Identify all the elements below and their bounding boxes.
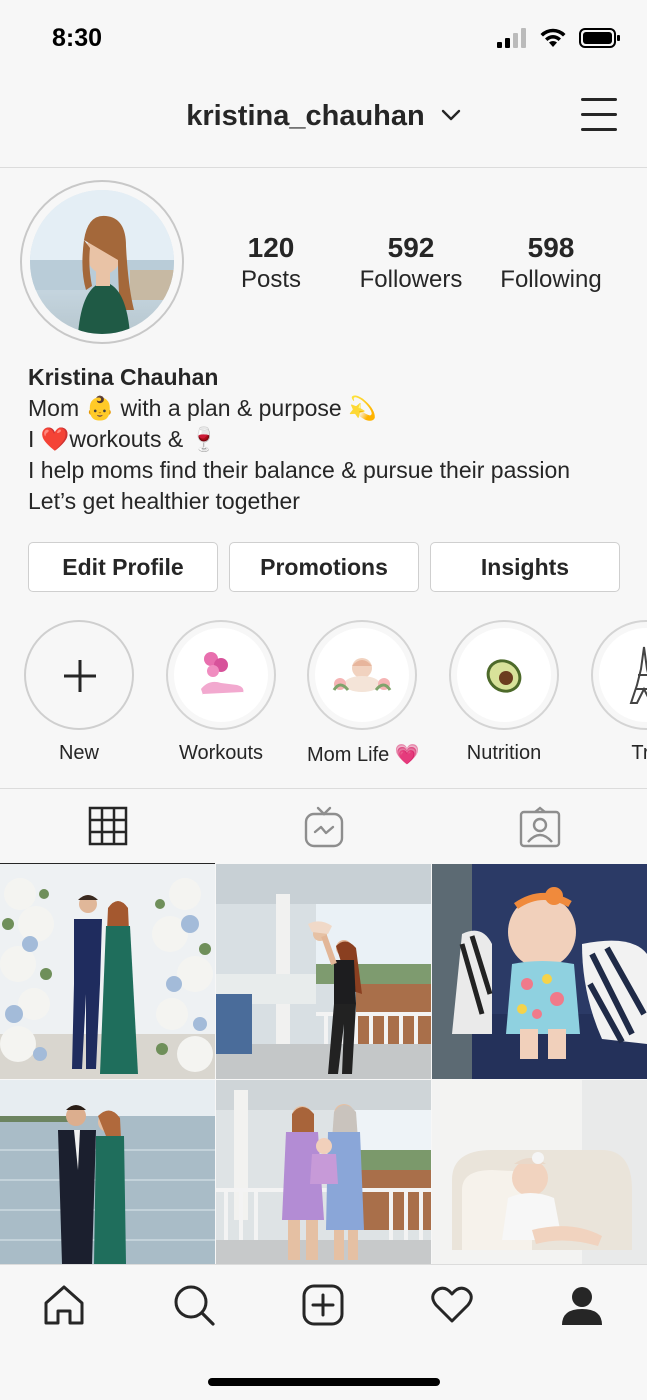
grid-post[interactable] [216, 1080, 431, 1295]
post-image-baby-on-couch [432, 864, 647, 1079]
status-time: 8:30 [52, 24, 103, 52]
highlight-label: New [58, 742, 99, 764]
stat-value: 598 [527, 232, 575, 263]
stat-followers[interactable]: 592 Followers [346, 232, 476, 296]
igtv-icon [304, 806, 343, 848]
status-icons [497, 28, 621, 48]
chevron-down-icon [441, 110, 460, 121]
display-name: Kristina Chauhan [28, 364, 219, 390]
bio-line: Let’s get healthier together [28, 488, 300, 514]
highlight-label: Workouts [178, 742, 264, 764]
edit-profile-button[interactable]: Edit Profile [28, 542, 218, 592]
grid-post[interactable] [432, 864, 647, 1079]
highlight-label: Nutrition [466, 742, 542, 764]
highlight-new[interactable]: New [24, 620, 134, 770]
post-image-women-with-baby-porch [216, 1080, 431, 1264]
status-bar: 8:30 [0, 0, 647, 80]
highlight-nutrition[interactable]: Nutrition [449, 620, 559, 765]
username-label: kristina_chauhan [186, 100, 425, 132]
signal-icon [497, 28, 526, 48]
stat-label: Followers [359, 266, 463, 293]
post-image-baby-in-white-chair [432, 1080, 647, 1264]
stat-following[interactable]: 598 Following [486, 232, 616, 296]
avocado-icon [486, 659, 522, 693]
highlight-label: Tra [631, 742, 647, 764]
highlight-workouts[interactable]: Workouts [166, 620, 276, 765]
grid-post[interactable] [0, 1080, 215, 1295]
highlight-travel[interactable]: Tra [591, 620, 647, 765]
battery-icon [579, 28, 620, 48]
tab-igtv[interactable] [216, 789, 431, 865]
dumbbell-sneaker-icon [201, 652, 244, 696]
stat-posts[interactable]: 120 Posts [206, 232, 336, 296]
profile-avatar[interactable] [20, 180, 184, 344]
wifi-icon [540, 28, 566, 47]
profile-actions: Edit Profile Promotions Insights [28, 542, 620, 592]
profile-header: kristina_chauhan [0, 80, 647, 168]
promotions-button[interactable]: Promotions [229, 542, 419, 592]
search-icon[interactable] [172, 1283, 216, 1327]
profile-bio: Kristina Chauhan Mom 👶 with a plan & pur… [28, 362, 628, 517]
bio-line: I ❤️workouts & 🍷 [28, 426, 219, 452]
avatar-photo [30, 190, 174, 334]
add-post-icon[interactable] [301, 1283, 345, 1327]
home-icon[interactable] [42, 1283, 86, 1327]
stat-value: 592 [387, 232, 435, 263]
post-image-porch-mom-baby [216, 864, 431, 1079]
eiffel-tower-icon [629, 646, 647, 704]
post-image-couple-floral-arch [0, 864, 215, 1079]
bio-line: I help moms find their balance & pursue … [28, 457, 571, 483]
tab-grid[interactable] [0, 789, 215, 865]
profile-tabs [0, 788, 647, 865]
grid-post[interactable] [0, 864, 215, 1079]
home-indicator[interactable] [208, 1378, 440, 1386]
plus-icon [64, 660, 96, 692]
highlight-mom-life[interactable]: Mom Life 💗 [307, 620, 420, 767]
grid-post[interactable] [216, 864, 431, 1079]
insights-button[interactable]: Insights [430, 542, 620, 592]
post-grid [0, 864, 647, 1264]
stat-label: Following [500, 266, 602, 293]
activity-heart-icon[interactable] [430, 1283, 474, 1327]
profile-stats: 120 Posts 592 Followers 598 Following [206, 232, 616, 296]
tab-tagged[interactable] [432, 789, 647, 865]
post-image-couple-waterfront [0, 1080, 215, 1264]
stat-value: 120 [247, 232, 295, 263]
account-switcher[interactable]: kristina_chauhan [0, 100, 647, 133]
story-highlights: New Workouts Mom Life 💗 Nutrition Tr [0, 620, 647, 770]
grid-icon [88, 806, 127, 846]
grid-post[interactable] [432, 1080, 647, 1295]
hamburger-menu-icon[interactable] [581, 98, 617, 131]
profile-icon[interactable] [560, 1283, 604, 1327]
highlight-label: Mom Life 💗 [307, 744, 420, 766]
bio-line: Mom 👶 with a plan & purpose 💫 [28, 395, 377, 421]
stat-label: Posts [240, 266, 302, 293]
tagged-icon [519, 806, 560, 848]
baby-flowers-icon [332, 658, 392, 692]
